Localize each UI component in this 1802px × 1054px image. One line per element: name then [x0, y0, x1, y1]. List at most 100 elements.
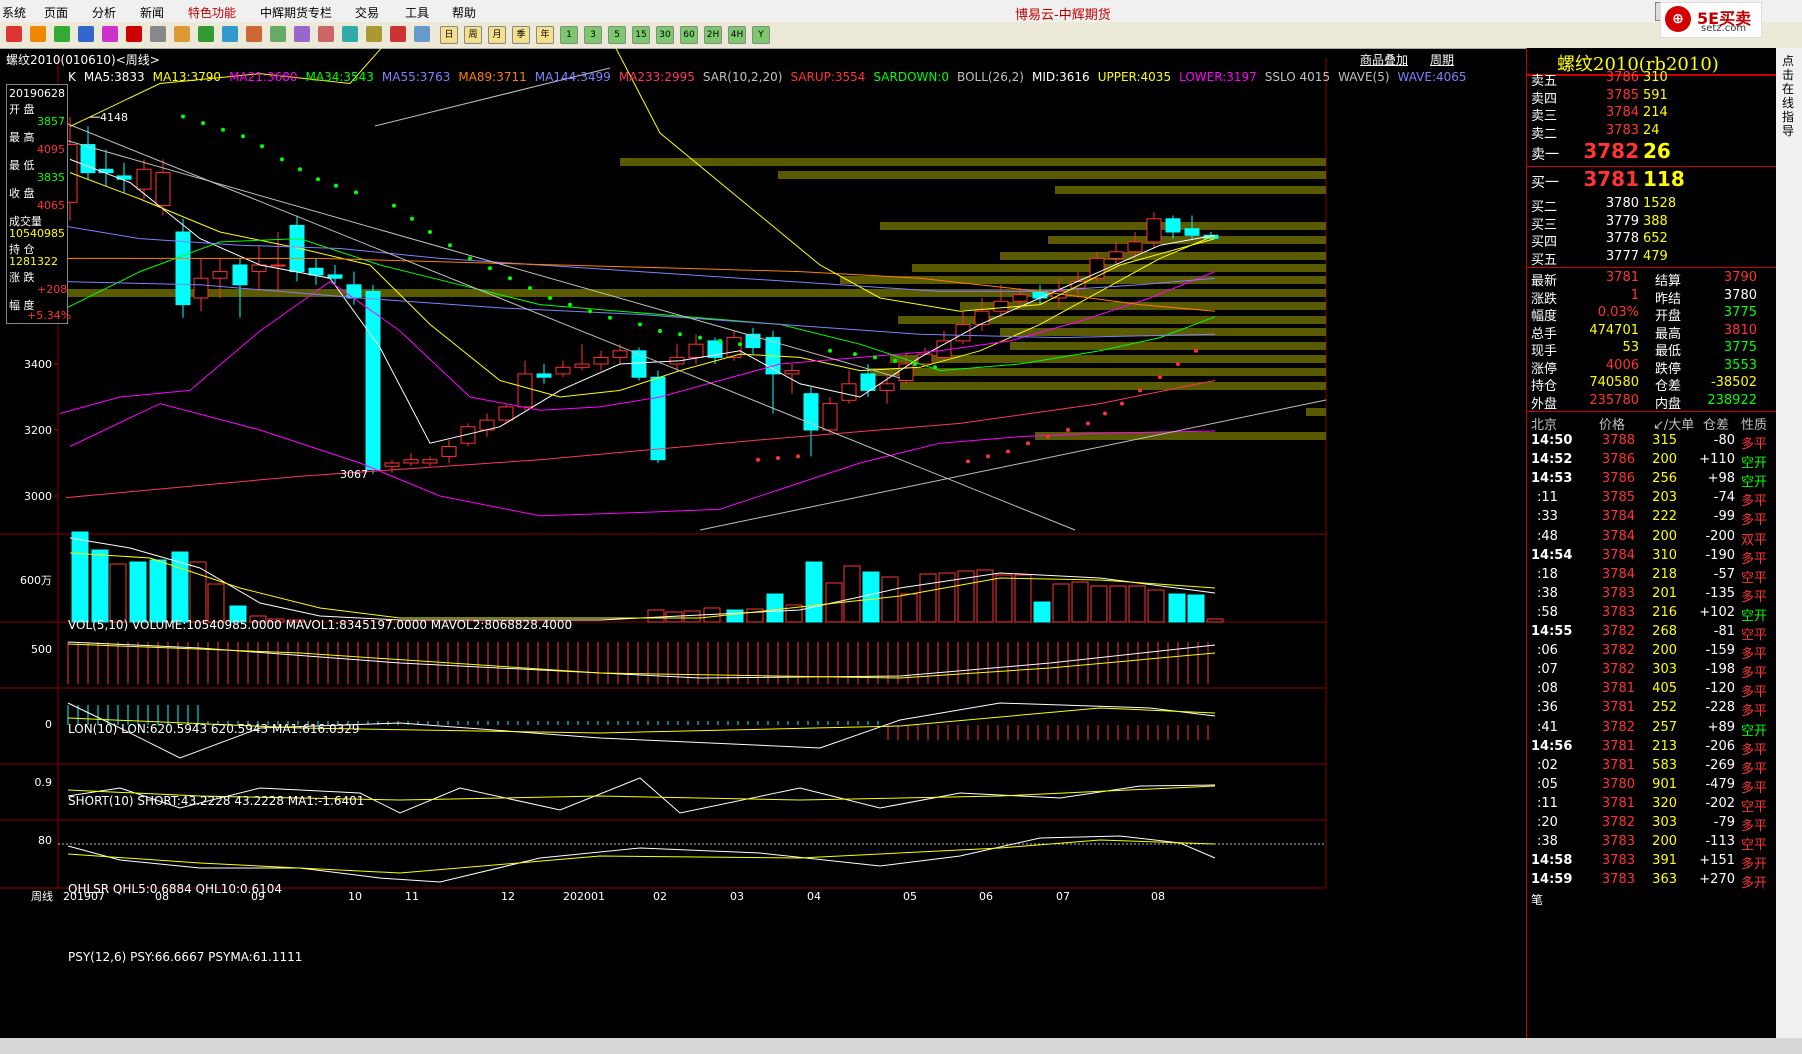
menu-trade[interactable]: 交易 [355, 4, 379, 21]
period-button-6[interactable]: 3 [584, 26, 602, 44]
candle-body [803, 393, 819, 431]
chart-area[interactable]: 360034003200300041483067600万50000.980周线2… [0, 48, 1526, 1038]
toolbar-icon[interactable] [414, 26, 430, 42]
menu-analysis[interactable]: 分析 [92, 4, 116, 21]
quote-divider [1527, 411, 1777, 412]
menu-special[interactable]: 特色功能 [188, 4, 236, 21]
period-button-1[interactable]: 周 [464, 26, 482, 44]
tick-price: 3782 [1601, 624, 1635, 639]
candle-body [955, 323, 971, 342]
toolbar-icon[interactable] [318, 26, 334, 42]
toolbar-icon[interactable] [270, 26, 286, 42]
toolbar-icon[interactable] [198, 26, 214, 42]
tick-header: 仓差 [1703, 418, 1730, 433]
sar-dot [221, 127, 225, 132]
volume-bar [109, 563, 127, 623]
period-button[interactable]: 周期 [1430, 51, 1454, 68]
indicator-item: MA34:3543 [305, 70, 374, 84]
overlay-button[interactable]: 商品叠加 [1360, 51, 1408, 68]
period-button-0[interactable]: 日 [440, 26, 458, 44]
toolbar-icon[interactable] [342, 26, 358, 42]
period-button-13[interactable]: Y [752, 26, 770, 44]
tick-diff: -228 [1705, 700, 1735, 716]
sar-dot [718, 338, 722, 343]
tick-diff: -113 [1705, 834, 1735, 850]
toolbar-icon[interactable] [294, 26, 310, 42]
volume-bar [1090, 585, 1108, 623]
sar-dot [410, 216, 414, 221]
sar-dot [468, 256, 472, 261]
candle-body [212, 271, 228, 279]
bid-price: 3778 [1605, 231, 1639, 246]
sar-dot [678, 332, 682, 337]
toolbar-icon[interactable] [366, 26, 382, 42]
toolbar-icon[interactable] [54, 26, 70, 42]
menu-news[interactable]: 新闻 [140, 4, 164, 21]
stat-value: 3775 [1723, 305, 1757, 320]
toolbar-icon[interactable] [150, 26, 166, 42]
stat-value: 474701 [1589, 322, 1639, 338]
menu-system[interactable]: 系统 [2, 4, 26, 21]
period-button-7[interactable]: 5 [608, 26, 626, 44]
menu-page[interactable]: 页面 [44, 4, 68, 21]
volume-bar [976, 569, 994, 623]
tick-volume: 320 [1652, 795, 1677, 811]
indicator-item: MA5:3833 [83, 70, 145, 84]
period-button-4[interactable]: 年 [536, 26, 554, 44]
volume-bar [1109, 585, 1127, 623]
candle-body [193, 277, 209, 299]
high-marker: 4148 [100, 111, 128, 124]
stat-label: 持仓 [1531, 379, 1558, 394]
sar-dot [658, 329, 662, 333]
toolbar-icon[interactable] [246, 26, 262, 42]
indicator-item: SSLO 4015 [1264, 70, 1331, 84]
menu-tools[interactable]: 工具 [405, 4, 429, 21]
stat-value: 740580 [1589, 375, 1639, 390]
period-button-10[interactable]: 60 [680, 26, 698, 44]
info-low-label: 最 低 [9, 159, 35, 172]
tick-diff: -198 [1705, 662, 1735, 678]
volume-bar [1014, 574, 1032, 623]
tick-diff: -206 [1705, 738, 1735, 754]
period-button-12[interactable]: 4H [728, 26, 746, 44]
toolbar-icon[interactable] [126, 26, 142, 42]
toolbar-icon[interactable] [6, 26, 22, 42]
tick-type: 多平 [1741, 666, 1768, 682]
candle-body [993, 300, 1009, 312]
volume-bar [766, 593, 784, 623]
toolbar-icon[interactable] [390, 26, 406, 42]
side-strip[interactable]: 点击在线指导 [1776, 48, 1802, 1038]
menu-zhonghui[interactable]: 中辉期货专栏 [260, 4, 332, 21]
period-button-8[interactable]: 15 [632, 26, 650, 44]
period-button-3[interactable]: 季 [512, 26, 530, 44]
candle-body [517, 373, 533, 408]
period-button-11[interactable]: 2H [704, 26, 722, 44]
toolbar: 日周月季年 1 3 5 15 30 60 2H 4H Y [0, 22, 1802, 49]
period-button-2[interactable]: 月 [488, 26, 506, 44]
tick-diff: -99 [1713, 509, 1735, 525]
candle-body [1012, 294, 1028, 302]
toolbar-icon[interactable] [102, 26, 118, 42]
quote-divider [1527, 267, 1777, 268]
tick-price: 3782 [1601, 719, 1635, 735]
ask-price: 3786 [1605, 70, 1639, 85]
ma5-line [69, 158, 1216, 444]
candle-body [1070, 281, 1086, 289]
toolbar-icon[interactable] [222, 26, 238, 42]
short-y-label: 0 [45, 718, 52, 731]
period-button-9[interactable]: 30 [656, 26, 674, 44]
volume-profile-bar [58, 289, 1326, 297]
toolbar-icon[interactable] [30, 26, 46, 42]
candle-body [270, 264, 286, 267]
tick-footer: 笔 [1531, 893, 1544, 908]
toolbar-icon[interactable] [78, 26, 94, 42]
tick-price: 3782 [1601, 815, 1635, 830]
candle-body [403, 459, 419, 464]
toolbar-icon[interactable] [174, 26, 190, 42]
menu-help[interactable]: 帮助 [452, 4, 476, 21]
tick-time: :20 [1537, 815, 1558, 830]
tick-volume: 268 [1652, 624, 1677, 639]
tick-time: :11 [1537, 795, 1558, 811]
info-close-label: 收 盘 [9, 187, 35, 200]
period-button-5[interactable]: 1 [560, 26, 578, 44]
